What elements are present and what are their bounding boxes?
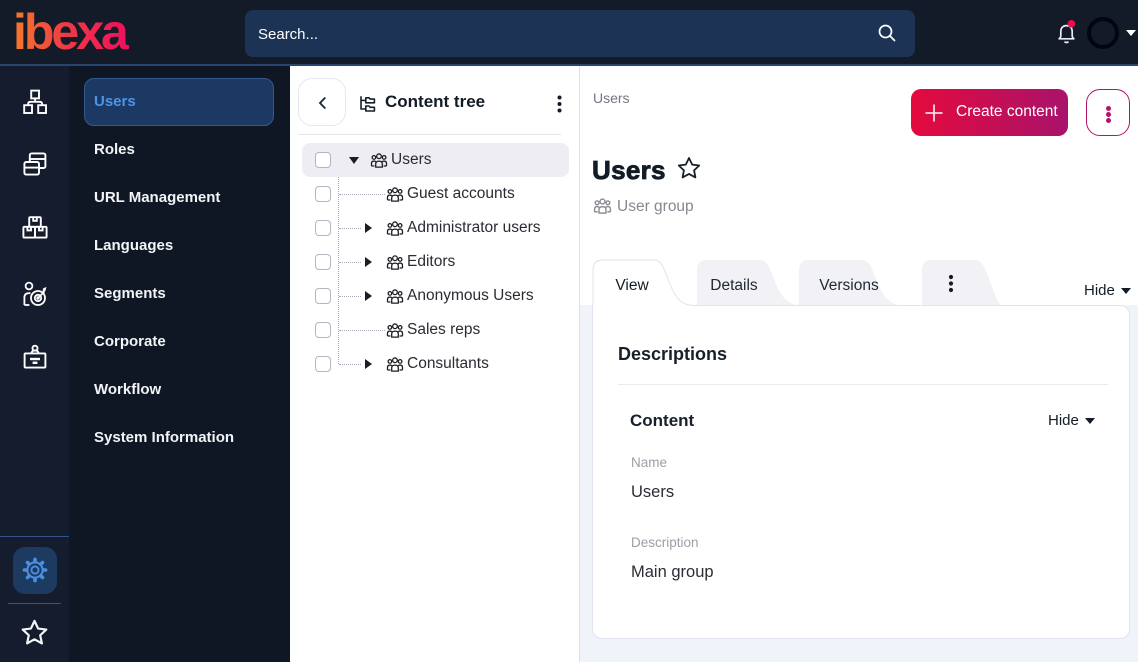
svg-text:Details: Details [710,277,758,294]
svg-text:View: View [615,277,649,294]
svg-text:ibexa: ibexa [15,7,130,53]
svg-text:Versions: Versions [819,277,879,294]
